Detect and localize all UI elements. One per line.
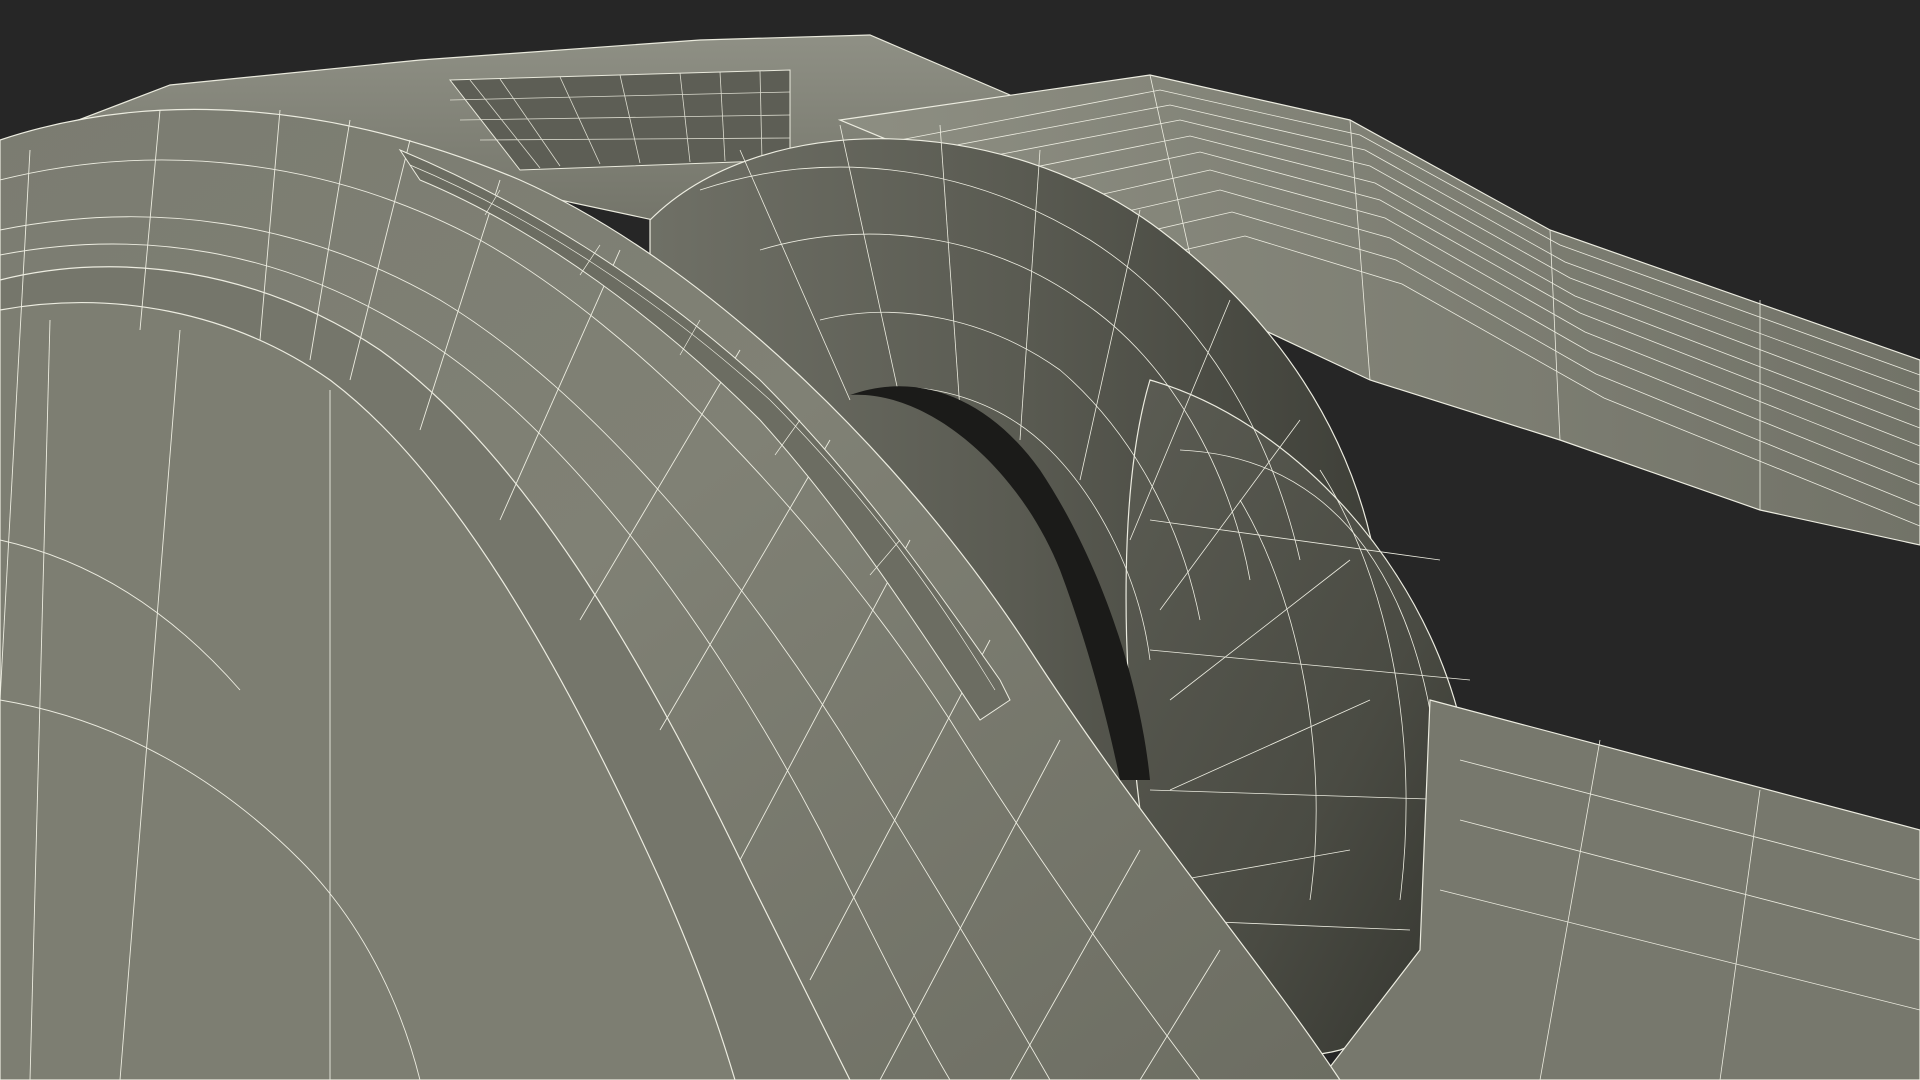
wireframe-render (0, 34, 1920, 1080)
render-viewport (0, 0, 1920, 1080)
